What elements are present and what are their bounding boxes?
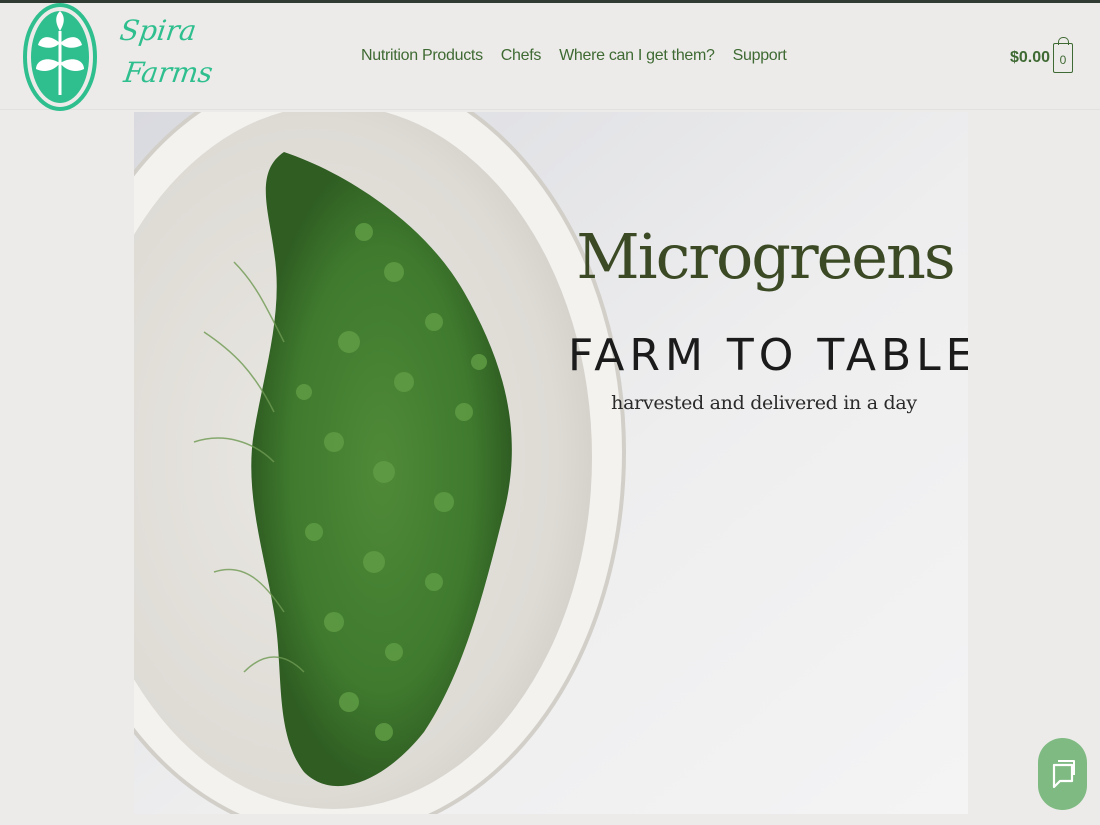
chat-button[interactable] — [1038, 738, 1087, 810]
logo-wordmark-line1: Spira — [117, 14, 199, 47]
nav-item-chefs[interactable]: Chefs — [501, 47, 542, 65]
main-nav: Nutrition Products Chefs Where can I get… — [361, 47, 787, 65]
logo-wordmark-line2: Farms — [121, 56, 215, 89]
sprout-icon — [23, 3, 97, 111]
cart-total[interactable]: $0.00 — [1010, 49, 1050, 67]
site-logo[interactable]: Spira Farms — [22, 3, 215, 111]
hero-banner: Microgreens FARM TO TABLE harvested and … — [134, 112, 968, 814]
site-header: Spira Farms Nutrition Products Chefs Whe… — [0, 3, 1100, 111]
nav-item-nutrition-products[interactable]: Nutrition Products — [361, 47, 483, 65]
hero-subtitle: FARM TO TABLE — [568, 330, 968, 381]
cart-count: 0 — [1059, 53, 1067, 67]
hero-tagline: harvested and delivered in a day — [611, 392, 917, 414]
shopping-bag-icon[interactable]: 0 — [1053, 37, 1073, 73]
hero-image — [134, 112, 968, 814]
hero-title: Microgreens — [576, 220, 955, 293]
nav-item-support[interactable]: Support — [733, 47, 787, 65]
nav-item-where-to-get[interactable]: Where can I get them? — [559, 47, 715, 65]
chat-icon — [1052, 760, 1075, 789]
